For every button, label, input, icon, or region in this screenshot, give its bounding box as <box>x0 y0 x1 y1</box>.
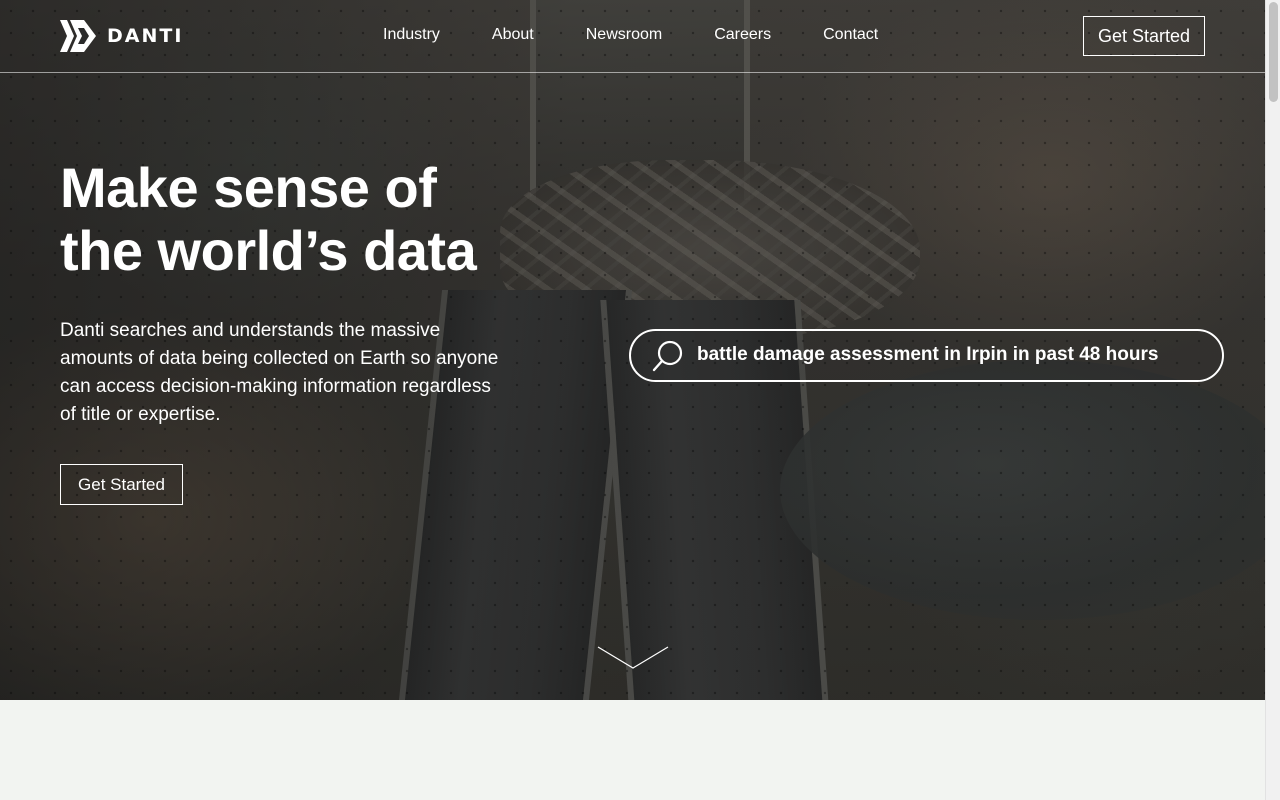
scrollbar-thumb[interactable] <box>1269 2 1278 102</box>
nav-get-started-button[interactable]: Get Started <box>1083 16 1205 56</box>
chevron-down-icon[interactable] <box>597 646 669 670</box>
hero-search-bar[interactable]: battle damage assessment in Irpin in pas… <box>629 329 1224 382</box>
below-fold-section <box>0 700 1265 800</box>
hero-headline-line1: Make sense of <box>60 156 437 219</box>
hero-headline-line2: the world’s data <box>60 219 477 282</box>
page-scrollbar[interactable] <box>1265 0 1280 800</box>
nav-link-industry[interactable]: Industry <box>383 26 440 44</box>
nav-link-newsroom[interactable]: Newsroom <box>586 26 662 44</box>
top-navbar: DANTI Industry About Newsroom Careers Co… <box>0 0 1265 73</box>
search-query-text: battle damage assessment in Irpin in pas… <box>697 344 1159 365</box>
brand-name: DANTI <box>107 25 184 47</box>
danti-logo-icon <box>60 20 96 52</box>
nav-link-careers[interactable]: Careers <box>714 26 771 44</box>
search-icon <box>652 340 683 372</box>
nav-link-contact[interactable]: Contact <box>823 26 878 44</box>
hero-get-started-button[interactable]: Get Started <box>60 464 183 505</box>
hero-headline: Make sense of the world’s data <box>60 156 580 282</box>
brand-logo[interactable]: DANTI <box>60 20 183 52</box>
nav-link-about[interactable]: About <box>492 26 534 44</box>
hero-description: Danti searches and understands the massi… <box>60 320 499 425</box>
primary-nav: Industry About Newsroom Careers Contact <box>383 26 930 44</box>
